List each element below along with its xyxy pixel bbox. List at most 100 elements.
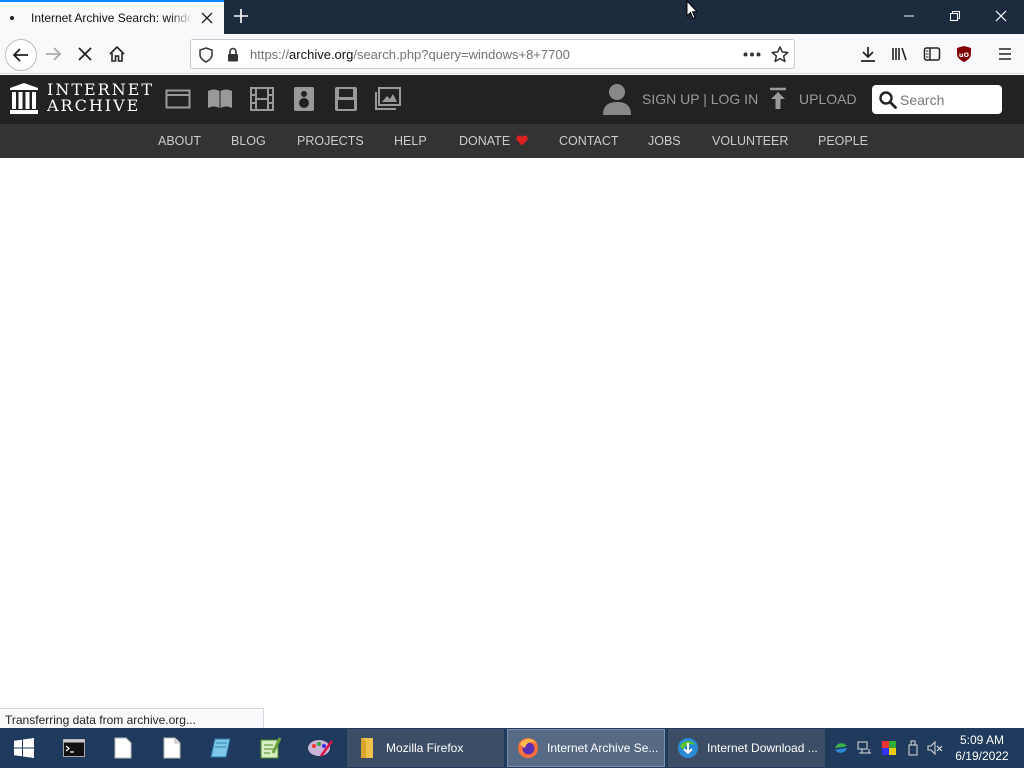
- taskbar: Mozilla Firefox Internet Archive Se... I…: [0, 728, 1024, 768]
- back-arrow-icon: [12, 48, 28, 62]
- home-button[interactable]: [103, 40, 131, 68]
- forward-arrow-icon: [46, 47, 62, 61]
- color-app-icon[interactable]: [881, 740, 897, 756]
- url-path: /search.php?query=windows+8+7700: [353, 47, 570, 62]
- back-button[interactable]: [5, 39, 37, 71]
- search-input[interactable]: [900, 85, 998, 114]
- close-tab-icon[interactable]: [199, 10, 215, 26]
- restore-button[interactable]: [932, 0, 978, 32]
- minimize-button[interactable]: [886, 0, 932, 32]
- notepad-icon: [114, 737, 132, 759]
- search-icon[interactable]: [879, 91, 897, 109]
- nav-donate-label: DONATE: [459, 134, 511, 148]
- upload-icon[interactable]: [768, 87, 788, 111]
- nav-donate[interactable]: DONATE: [459, 134, 528, 148]
- taskbar-task-label: Internet Archive Se...: [547, 741, 659, 755]
- ia-search-box[interactable]: [872, 85, 1002, 114]
- volume-muted-icon[interactable]: [927, 740, 943, 756]
- minimize-icon: [904, 15, 914, 17]
- downloads-button[interactable]: [854, 40, 882, 68]
- new-tab-icon[interactable]: [230, 5, 252, 27]
- nav-contact[interactable]: CONTACT: [559, 134, 619, 148]
- lock-icon[interactable]: [227, 47, 239, 62]
- taskbar-notepad[interactable]: [99, 728, 147, 768]
- taskbar-paint[interactable]: [296, 728, 344, 768]
- upload-link[interactable]: UPLOAD: [799, 91, 857, 107]
- taskbar-task-archive-search[interactable]: Internet Archive Se...: [507, 729, 665, 767]
- file-icon: [163, 737, 181, 759]
- clock-time: 5:09 AM: [959, 733, 1005, 747]
- start-button[interactable]: [0, 728, 48, 768]
- book-icon: [210, 738, 231, 758]
- audio-icon[interactable]: [291, 87, 317, 111]
- tab-title: Internet Archive Search: windows 8 7700: [31, 11, 193, 25]
- nav-volunteer[interactable]: VOLUNTEER: [712, 134, 788, 148]
- menu-button[interactable]: [991, 40, 1019, 68]
- network-icon[interactable]: [857, 740, 873, 756]
- nav-blog[interactable]: BLOG: [231, 134, 266, 148]
- ia-logo-text[interactable]: INTERNET ARCHIVE: [47, 82, 154, 114]
- taskbar-task-idm[interactable]: Internet Download ...: [668, 729, 825, 767]
- restore-icon: [950, 11, 960, 21]
- ia-logo-line2: ARCHIVE: [47, 96, 141, 115]
- user-icon[interactable]: [602, 83, 632, 115]
- notepad-plus-icon: [260, 737, 281, 759]
- nav-projects[interactable]: PROJECTS: [297, 134, 364, 148]
- ia-logo-icon[interactable]: [9, 83, 39, 115]
- mouse-cursor-icon: [686, 0, 698, 20]
- taskbar-clock[interactable]: 5:09 AM 6/19/2022: [950, 732, 1014, 764]
- ia-nav-bar: ABOUT BLOG PROJECTS HELP DONATE CONTACT …: [0, 124, 1024, 158]
- svg-text:uO: uO: [959, 51, 970, 59]
- forward-button[interactable]: [39, 40, 67, 68]
- browser-toolbar: https://archive.org/search.php?query=win…: [0, 34, 1024, 74]
- nav-jobs[interactable]: JOBS: [648, 134, 681, 148]
- paint-icon: [308, 740, 333, 757]
- web-icon[interactable]: [165, 87, 191, 111]
- sidebar-icon: [923, 47, 941, 61]
- taskbar-task-firefox-window[interactable]: Mozilla Firefox: [347, 729, 504, 767]
- nav-help[interactable]: HELP: [394, 134, 427, 148]
- taskbar-task-label: Internet Download ...: [707, 741, 818, 755]
- taskbar-file[interactable]: [148, 728, 196, 768]
- library-icon: [892, 47, 907, 61]
- url-text[interactable]: https://archive.org/search.php?query=win…: [250, 47, 570, 62]
- network-sync-icon[interactable]: [833, 740, 849, 756]
- close-icon: [995, 10, 1007, 22]
- taskbar-notepad-plus[interactable]: [246, 728, 294, 768]
- signin-link[interactable]: SIGN UP | LOG IN: [642, 91, 758, 107]
- taskbar-task-label: Mozilla Firefox: [386, 741, 464, 755]
- idm-icon: [678, 738, 698, 758]
- texts-icon[interactable]: [207, 87, 233, 111]
- ublock-origin-icon: uO: [957, 46, 971, 62]
- address-bar[interactable]: https://archive.org/search.php?query=win…: [190, 39, 795, 69]
- nav-about[interactable]: ABOUT: [158, 134, 201, 148]
- bookmark-star-icon[interactable]: [771, 46, 789, 63]
- status-text: Transferring data from archive.org...: [5, 713, 196, 727]
- heart-icon: [516, 135, 528, 146]
- taskbar-cmd[interactable]: [50, 728, 98, 768]
- page-content-area: [0, 158, 1024, 708]
- stop-button[interactable]: [71, 40, 99, 68]
- video-icon[interactable]: [249, 87, 275, 111]
- hamburger-menu-icon: [999, 48, 1011, 60]
- usb-drive-icon[interactable]: [905, 740, 921, 756]
- software-icon[interactable]: [333, 87, 359, 111]
- download-icon: [861, 47, 875, 62]
- page-actions-icon[interactable]: [743, 52, 761, 57]
- clock-date: 6/19/2022: [955, 749, 1009, 763]
- close-window-button[interactable]: [978, 0, 1024, 32]
- ublock-button[interactable]: uO: [950, 40, 978, 68]
- browser-tab[interactable]: Internet Archive Search: windows 8 7700: [0, 0, 224, 34]
- url-scheme: https://: [250, 47, 290, 62]
- tab-strip: Internet Archive Search: windows 8 7700: [0, 0, 1024, 34]
- tab-loading-indicator: [10, 16, 14, 20]
- taskbar-book[interactable]: [197, 728, 245, 768]
- shield-icon[interactable]: [199, 47, 213, 63]
- nav-people[interactable]: PEOPLE: [818, 134, 868, 148]
- url-host: archive.org: [289, 47, 354, 62]
- library-button[interactable]: [886, 40, 914, 68]
- folder-icon: [361, 738, 373, 758]
- stop-icon: [78, 47, 92, 61]
- sidebar-button[interactable]: [918, 40, 946, 68]
- images-icon[interactable]: [375, 87, 401, 111]
